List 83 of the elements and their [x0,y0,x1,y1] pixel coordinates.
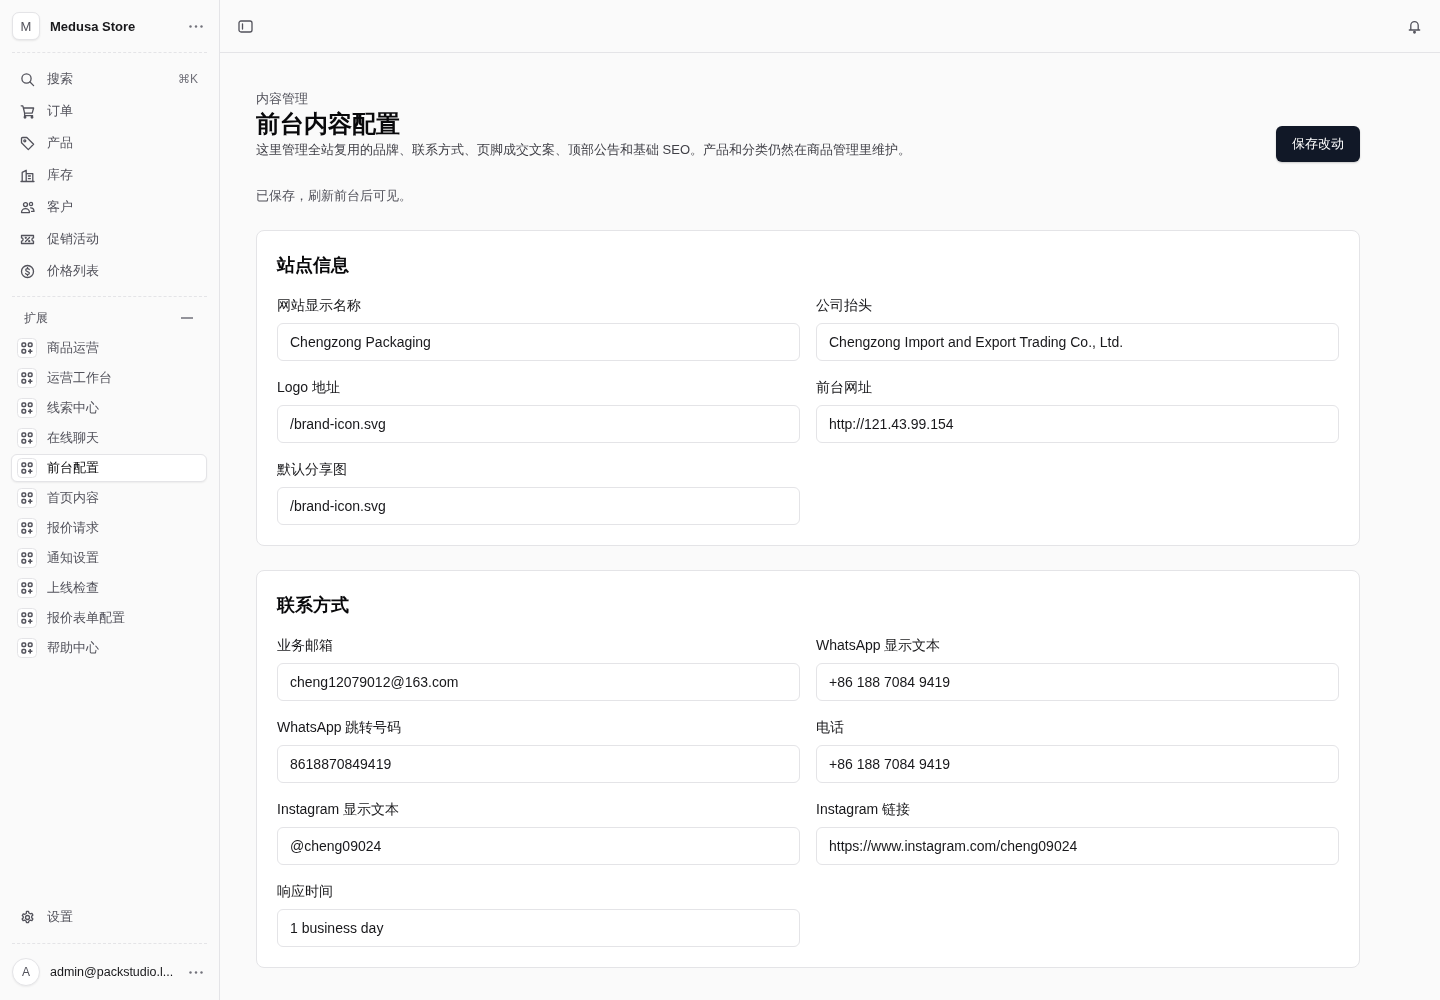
section-title: 联系方式 [277,594,350,617]
text-field[interactable]: /brand-icon.svg [277,405,800,443]
page-description: 这里管理全站复用的品牌、联系方式、页脚成交文案、顶部公告和基础 SEO。产品和分类仍然在商品管理里维护。 [256,141,912,159]
nav-item[interactable]: 帮助中心 [11,634,207,662]
field-label: 默认分享图 [277,460,348,479]
nav-item[interactable]: 搜索 ⌘K [11,65,207,93]
settings-item[interactable]: 设置 [11,903,207,931]
shortcut-hint: ⌘K [178,72,198,86]
grid-plus-icon [17,488,37,508]
field-label: 网站显示名称 [277,296,362,315]
section-title: 站点信息 [277,254,350,277]
text-field[interactable]: cheng12079012@163.com [277,663,800,701]
more-button[interactable] [189,970,203,974]
users-icon [19,199,35,215]
grid-plus-icon [17,428,37,448]
field-label: 响应时间 [277,882,334,901]
section-heading: 扩展 [24,309,48,327]
user-avatar: A [12,958,40,986]
cart-icon [19,103,35,119]
text-field[interactable]: https://www.instagram.com/cheng09024 [816,827,1339,865]
nav-item[interactable]: 产品 [11,129,207,157]
building-icon [19,167,35,183]
store-avatar: M [12,12,40,40]
user-email: admin@packstudio.l... [50,965,175,979]
nav-item[interactable]: 促销活动 [11,225,207,253]
sidebar-icon [238,18,253,34]
field-label: 公司抬头 [816,296,873,315]
text-field[interactable]: Chengzong Packaging [277,323,800,361]
settings-icon [19,909,35,925]
grid-plus-icon [17,548,37,568]
sidebar-toggle-button[interactable] [238,18,253,34]
nav-item[interactable]: 订单 [11,97,207,125]
nav-item[interactable]: 上线检查 [11,574,207,602]
search-icon [19,71,35,87]
nav-item[interactable]: 报价表单配置 [11,604,207,632]
nav-item[interactable]: 价格列表 [11,257,207,285]
grid-plus-icon [17,398,37,418]
text-field[interactable]: @cheng09024 [277,827,800,865]
field-label: Logo 地址 [277,378,342,397]
tag-icon [19,135,35,151]
grid-plus-icon [17,578,37,598]
bell-icon [1407,18,1422,34]
store-name: Medusa Store [50,18,137,34]
text-field[interactable]: +86 188 7084 9419 [816,663,1339,701]
save-button[interactable]: 保存改动 [1276,126,1360,162]
nav-item[interactable]: 通知设置 [11,544,207,572]
nav-item[interactable]: 库存 [11,161,207,189]
page-title: 前台内容配置 [256,109,401,139]
notifications-button[interactable] [1407,18,1422,34]
nav-item[interactable]: 在线聊天 [11,424,207,452]
grid-plus-icon [17,638,37,658]
nav-item[interactable]: 运营工作台 [11,364,207,392]
nav-item[interactable]: 线索中心 [11,394,207,422]
text-field[interactable]: /brand-icon.svg [277,487,800,525]
field-label: Instagram 显示文本 [277,800,401,819]
text-field[interactable]: 8618870849419 [277,745,800,783]
ellipsis-icon [189,970,203,974]
dollar-circle-icon [19,263,35,279]
status-message: 已保存，刷新前台后可见。 [256,187,413,205]
field-label: 电话 [816,718,845,737]
nav-item[interactable]: 前台配置 [11,454,207,482]
nav-item[interactable]: 商品运营 [11,334,207,362]
breadcrumb: 内容管理 [256,90,309,108]
nav-item[interactable]: 客户 [11,193,207,221]
field-label: 前台网址 [816,378,873,397]
grid-plus-icon [17,458,37,478]
text-field[interactable]: +86 188 7084 9419 [816,745,1339,783]
grid-plus-icon [17,368,37,388]
text-field[interactable]: http://121.43.99.154 [816,405,1339,443]
grid-plus-icon [17,608,37,628]
text-field[interactable]: 1 business day [277,909,800,947]
field-label: 业务邮箱 [277,636,334,655]
text-field[interactable]: Chengzong Import and Export Trading Co., Ltd. [816,323,1339,361]
grid-plus-icon [17,338,37,358]
nav-item[interactable]: 首页内容 [11,484,207,512]
more-button[interactable] [189,24,203,28]
field-label: WhatsApp 跳转号码 [277,718,403,737]
grid-plus-icon [17,518,37,538]
ellipsis-icon [189,24,203,28]
nav-item[interactable]: 报价请求 [11,514,207,542]
minus-icon [181,317,193,319]
field-label: Instagram 链接 [816,800,912,819]
field-label: WhatsApp 显示文本 [816,636,942,655]
